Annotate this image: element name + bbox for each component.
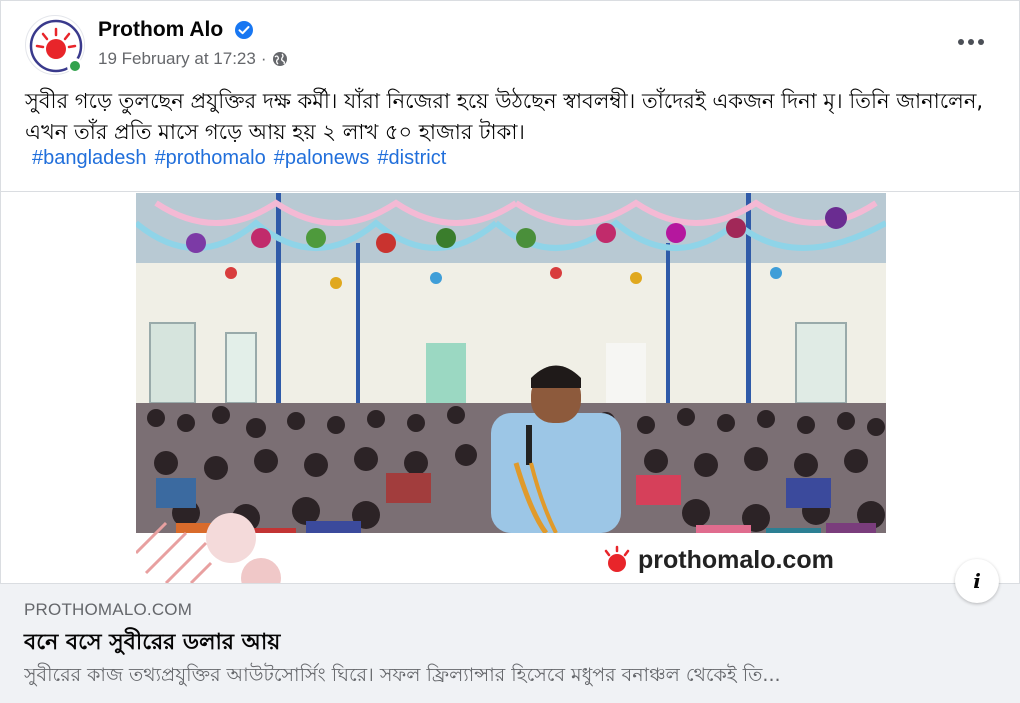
hashtag-district-link[interactable]: #district [377, 147, 446, 170]
hashtag-bangladesh-link[interactable]: #bangladesh [32, 147, 147, 170]
hashtag-palonews-link[interactable]: #palonews [274, 147, 370, 170]
link-description: সুবীরের কাজ তথ্যপ্রযুক্তির আউটসোর্সিং ঘি… [24, 664, 781, 686]
post-divider [1, 191, 1020, 192]
watermark-text: prothomalo.com [638, 545, 834, 574]
classroom-photo-illustration [136, 193, 886, 583]
verified-badge-icon [235, 21, 253, 39]
post-photo[interactable] [136, 193, 886, 583]
globe-icon[interactable] [272, 51, 288, 67]
hashtag-list: #bangladesh #prothomalo #palonews #distr… [32, 147, 446, 170]
link-title[interactable]: বনে বসে সুবীরের ডলার আয় [24, 625, 280, 662]
more-options-button[interactable] [951, 28, 991, 56]
more-options-icon [958, 39, 964, 45]
online-status-dot [67, 58, 83, 74]
meta-separator: · [260, 49, 267, 68]
post-meta: 19 February at 17:23 · [98, 49, 288, 69]
post-message-text: সুবীর গড়ে তুলছেন প্রযুক্তির দক্ষ কর্মী।… [25, 89, 984, 144]
link-info-button[interactable]: i [955, 559, 999, 603]
post-timestamp-link[interactable]: 19 February at 17:23 [98, 49, 256, 69]
link-domain: PROTHOMALO.COM [24, 600, 193, 619]
hashtag-prothomalo-link[interactable]: #prothomalo [155, 147, 266, 170]
photo-watermark: prothomalo.com [602, 545, 834, 575]
prothom-alo-sun-icon [604, 545, 630, 572]
page-name-link[interactable]: Prothom Alo [98, 18, 223, 42]
